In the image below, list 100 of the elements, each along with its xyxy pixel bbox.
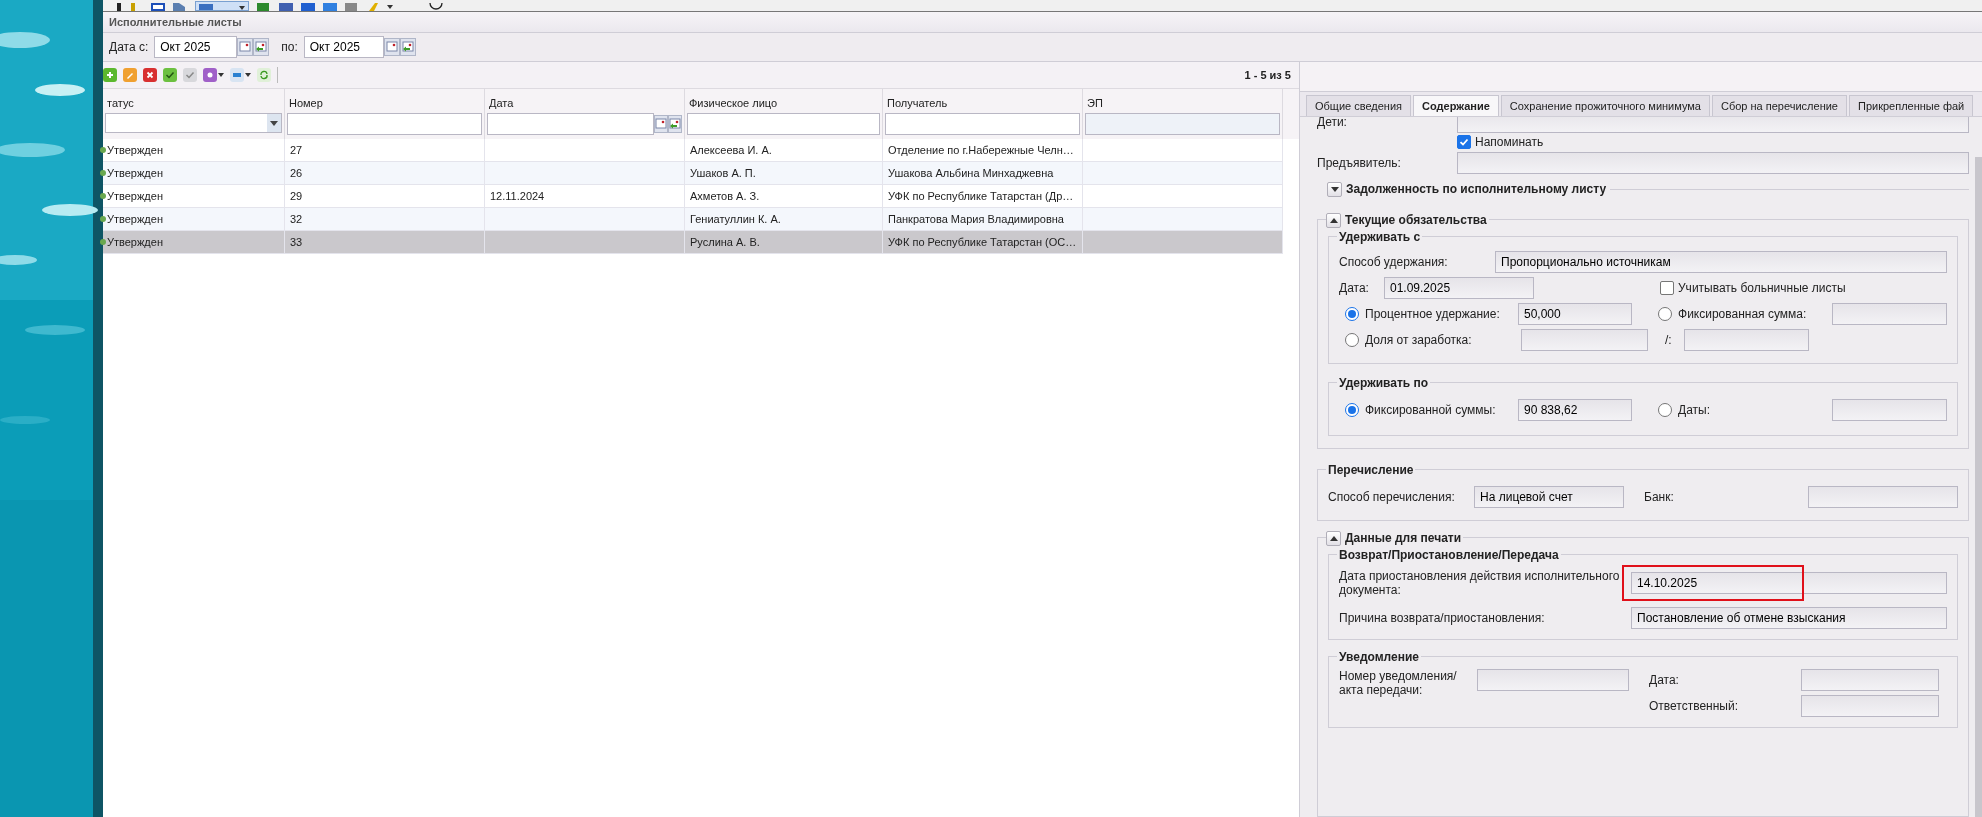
table-cell-text: Утвержден bbox=[107, 234, 163, 250]
table-cell-text: Руслина А. В. bbox=[690, 234, 760, 250]
checkbox[interactable] bbox=[1660, 281, 1674, 295]
field-label: Дата с: bbox=[109, 39, 149, 56]
up-triangle-icon bbox=[1329, 535, 1338, 541]
field-label: Номер уведомления/ акта передачи: bbox=[1339, 669, 1458, 699]
input-field[interactable]: 01.09.2025 bbox=[1384, 277, 1534, 299]
caret-icon bbox=[270, 120, 278, 126]
calendar-button[interactable] bbox=[654, 115, 668, 133]
field-label: Фиксированная сумма: bbox=[1678, 306, 1807, 323]
input-field[interactable]: На лицевой счет bbox=[1474, 486, 1625, 508]
input-field[interactable] bbox=[1832, 303, 1947, 325]
checkbox[interactable] bbox=[1457, 135, 1471, 149]
monitor-button[interactable] bbox=[195, 1, 249, 11]
check-icon[interactable] bbox=[183, 68, 197, 82]
table-cell-text: Гениатуллин К. А. bbox=[690, 211, 781, 227]
input-field[interactable]: Пропорционально источникам bbox=[1495, 251, 1947, 273]
filter-field[interactable] bbox=[885, 113, 1080, 135]
field-label: по: bbox=[281, 39, 298, 56]
column-header[interactable]: ЭП bbox=[1085, 95, 1280, 113]
filter-dropdown[interactable] bbox=[105, 113, 282, 133]
input-field[interactable] bbox=[1808, 486, 1958, 508]
calendar-clear-button[interactable] bbox=[668, 115, 682, 133]
table-cell-text: 33 bbox=[290, 234, 303, 250]
tab[interactable]: Общие сведения bbox=[1306, 95, 1412, 116]
field-label: Ответственный: bbox=[1649, 698, 1740, 715]
filter-field[interactable] bbox=[487, 113, 654, 135]
radio-button[interactable] bbox=[1658, 307, 1672, 321]
table-row[interactable]: Утвержден 26 Ушаков А. П. Ушакова Альбина Минхаджевна bbox=[103, 162, 1283, 185]
table-row[interactable]: Утвержден 33 Руслина А. В. УФК по Республике Татарстан (ОС… bbox=[103, 231, 1283, 254]
pencil-icon[interactable] bbox=[123, 68, 137, 82]
window-icon[interactable] bbox=[151, 3, 165, 11]
table-cell-text: Утвержден bbox=[107, 211, 163, 227]
input-field[interactable]: Окт 2025 bbox=[154, 36, 238, 58]
input-field[interactable]: 50,000 bbox=[1518, 303, 1632, 325]
field-label: Дата: bbox=[1339, 280, 1370, 297]
table-cell-text: Утвержден bbox=[107, 165, 163, 181]
table-cell-text: Панкратова Мария Владимировна bbox=[888, 211, 1064, 227]
field-label: Учитывать больничные листы bbox=[1678, 280, 1846, 297]
field-label: Дата: bbox=[1649, 672, 1680, 689]
field-label: Даты: bbox=[1678, 402, 1710, 419]
input-field[interactable] bbox=[1477, 669, 1629, 691]
table-cell-text: Отделение по г.Набережные Челн… bbox=[888, 142, 1074, 158]
calendar-clear-button[interactable] bbox=[253, 38, 270, 56]
input-field[interactable]: 90 838,62 bbox=[1518, 399, 1632, 421]
input-field[interactable] bbox=[1801, 695, 1939, 717]
radio-button[interactable] bbox=[1658, 403, 1672, 417]
collapse-button[interactable] bbox=[1326, 212, 1341, 228]
column-header[interactable]: Физическое лицо bbox=[687, 95, 880, 113]
input-field[interactable]: Окт 2025 bbox=[303, 36, 384, 58]
field-label: Доля от заработка: bbox=[1365, 332, 1472, 349]
column-header[interactable]: татус bbox=[105, 95, 282, 113]
input-field[interactable] bbox=[1684, 329, 1809, 351]
caret-icon bbox=[239, 6, 245, 10]
table-cell-text: УФК по Республике Татарстан (ОС… bbox=[888, 234, 1077, 250]
column-header[interactable]: Получатель bbox=[885, 95, 1080, 113]
field-label: Напоминать bbox=[1475, 134, 1544, 151]
radio-button[interactable] bbox=[1345, 307, 1359, 321]
radio-button[interactable] bbox=[1345, 403, 1359, 417]
tab[interactable]: Сохранение прожиточного минимума bbox=[1500, 95, 1710, 116]
filter-field[interactable] bbox=[687, 113, 880, 135]
table-row[interactable]: Утвержден 29 12.11.2024 Ахметов А. З. УФК по Республике Татарстан (Др… bbox=[103, 185, 1283, 208]
table-row[interactable]: Утвержден 27 Алексеева И. А. Отделение по г.Набережные Челн… bbox=[103, 139, 1283, 162]
input-field[interactable] bbox=[1801, 669, 1939, 691]
input-field[interactable] bbox=[1832, 399, 1947, 421]
calendar-button[interactable] bbox=[237, 38, 254, 56]
input-field[interactable] bbox=[1521, 329, 1648, 351]
column-header[interactable]: Дата bbox=[487, 95, 682, 113]
caret-icon[interactable] bbox=[245, 73, 251, 77]
field-label: /: bbox=[1665, 332, 1673, 349]
radio-button[interactable] bbox=[1345, 333, 1359, 347]
add-icon[interactable] bbox=[103, 68, 117, 82]
caret-icon[interactable] bbox=[218, 73, 224, 77]
check-icon[interactable] bbox=[163, 68, 177, 82]
table-cell-text: 27 bbox=[290, 142, 303, 158]
pager-text: 1 - 5 из 5 bbox=[1244, 67, 1291, 83]
delete-icon[interactable] bbox=[143, 68, 157, 82]
expand-button[interactable] bbox=[1327, 181, 1342, 197]
column-header[interactable]: Номер bbox=[287, 95, 482, 113]
input-field[interactable] bbox=[1457, 152, 1969, 174]
input-field[interactable]: 14.10.2025 bbox=[1631, 572, 1947, 594]
refresh-icon[interactable] bbox=[257, 68, 271, 82]
table-cell-text: Ахметов А. З. bbox=[690, 188, 760, 204]
table-row[interactable]: Утвержден 32 Гениатуллин К. А. Панкратова Мария Владимировна bbox=[103, 208, 1283, 231]
collapse-button[interactable] bbox=[1326, 530, 1341, 546]
down-triangle-icon bbox=[1330, 186, 1339, 192]
section-title: Задолженность по исполнительному листу bbox=[1346, 181, 1607, 198]
filter-field[interactable] bbox=[287, 113, 482, 135]
field-label: Дата приостановления действия исполнительного документа: bbox=[1339, 569, 1621, 597]
input-field[interactable]: Постановление об отмене взыскания bbox=[1631, 607, 1947, 629]
check-icon bbox=[1459, 137, 1469, 147]
tab[interactable]: Прикрепленные фай bbox=[1849, 95, 1974, 116]
scrollbar[interactable] bbox=[1975, 157, 1982, 817]
field-label: Предъявитель: bbox=[1317, 155, 1402, 172]
tab[interactable]: Содержание bbox=[1413, 95, 1499, 116]
tab[interactable]: Сбор на перечисление bbox=[1712, 95, 1847, 116]
filter-field[interactable] bbox=[1085, 113, 1280, 135]
field-label: Дети: bbox=[1317, 117, 1348, 131]
table-cell-text: 29 bbox=[290, 188, 303, 204]
input-field[interactable] bbox=[1457, 117, 1969, 133]
